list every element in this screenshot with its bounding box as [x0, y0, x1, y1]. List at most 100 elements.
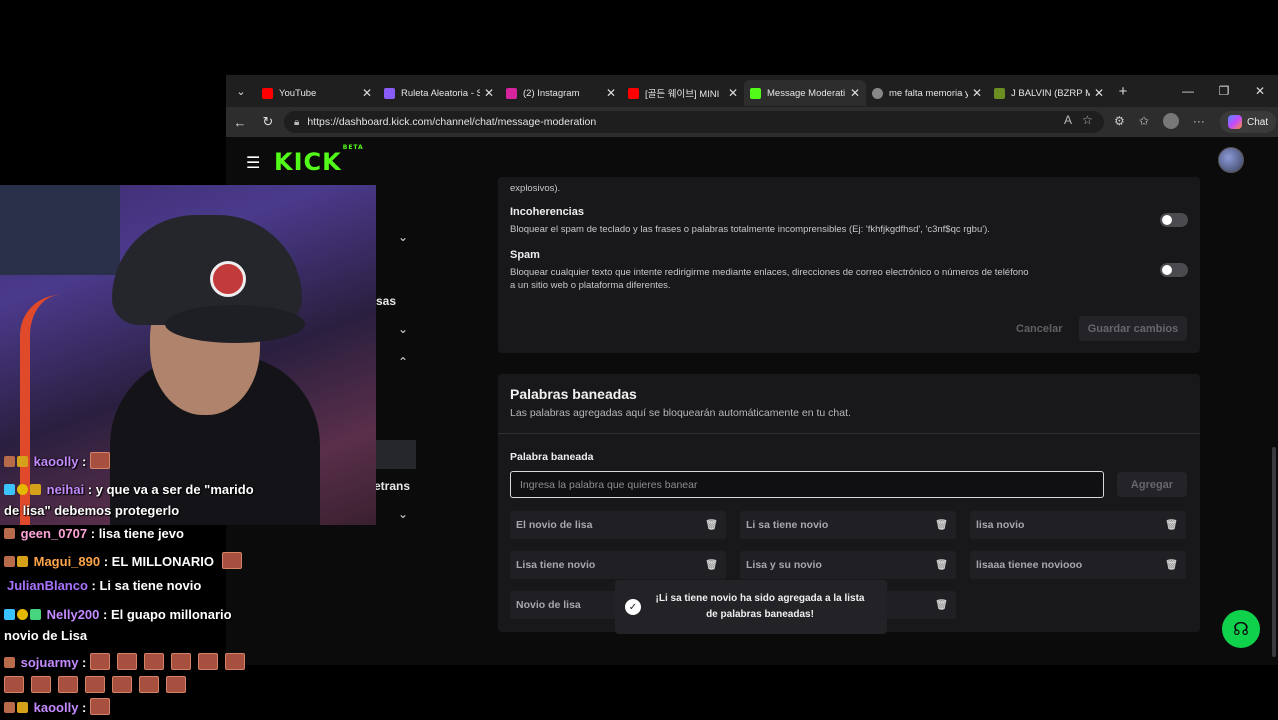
tab-jbalvin[interactable]: J BALVIN (BZRP Mu ✕	[988, 80, 1110, 106]
background-shelf	[0, 185, 120, 275]
new-tab-icon[interactable]: +	[1110, 83, 1136, 100]
ruleta-favicon-icon	[384, 87, 395, 99]
banned-words-title: Palabras baneadas	[510, 386, 637, 402]
add-word-button[interactable]: Agregar	[1117, 472, 1187, 497]
setting-desc-incoherencias: Bloquear el spam de teclado y las frases…	[510, 224, 990, 235]
crown-badge-icon	[17, 556, 28, 567]
tab-message-moderation[interactable]: Message Moderati ✕	[744, 80, 866, 106]
favorites-icon[interactable]: ✩	[1139, 114, 1149, 128]
tab-title: me falta memoria y	[889, 87, 968, 99]
trash-icon[interactable]: 🗑︎	[1165, 520, 1178, 531]
video-favicon-icon	[994, 87, 1005, 99]
banned-word-input[interactable]: Ingresa la palabra que quieres banear	[510, 471, 1104, 498]
banned-word-text: El novio de lisa	[516, 519, 593, 531]
tab-list-chevron-icon[interactable]: ⌄	[226, 75, 256, 107]
cap-brim	[165, 305, 305, 343]
tab-instagram[interactable]: (2) Instagram ✕	[500, 80, 622, 106]
trash-icon[interactable]: 🗑︎	[935, 600, 948, 611]
sidebar-item-active[interactable]	[376, 440, 416, 469]
banned-word-text: lisa novio	[976, 519, 1025, 531]
tab-youtube[interactable]: YouTube ✕	[256, 80, 378, 106]
chat-username: JulianBlanco	[7, 578, 88, 593]
kick-dashboard-page: ☰ KICKBETA ⌄ sas ⌄ ⌃ etrans ⌄ explosivos…	[226, 137, 1278, 665]
chat-message: kaoolly :	[4, 452, 117, 469]
chat-username: kaoolly	[33, 454, 79, 469]
user-avatar[interactable]	[1218, 147, 1244, 173]
save-changes-button[interactable]: Guardar cambios	[1079, 316, 1187, 341]
tab-title: J BALVIN (BZRP Mu	[1011, 87, 1090, 99]
chat-message: JulianBlanco : Li sa tiene novio	[4, 578, 201, 593]
more-options-icon[interactable]: ···	[1193, 114, 1205, 128]
banned-word-text: Novio de lisa	[516, 599, 581, 611]
hamburger-menu-icon[interactable]: ☰	[246, 153, 260, 173]
chat-message: neihai : y que va a ser de "marido de li…	[4, 479, 254, 521]
youtube-favicon-icon	[262, 87, 273, 99]
tab-bar: ⌄ YouTube ✕ Ruleta Aleatoria - S ✕ (2) I…	[226, 75, 1278, 107]
close-tab-icon[interactable]: ✕	[728, 86, 738, 100]
chat-username: sojuarmy	[20, 655, 79, 670]
setting-desc-spam: Bloquear cualquier texto que intente red…	[510, 267, 1029, 291]
crown-badge-icon	[17, 702, 28, 713]
tab-title: (2) Instagram	[523, 87, 580, 99]
chat-text: novio de Lisa	[4, 628, 88, 643]
close-tab-icon[interactable]: ✕	[850, 86, 860, 100]
trash-icon[interactable]: 🗑︎	[705, 560, 718, 571]
read-aloud-icon[interactable]: A	[1064, 113, 1072, 127]
lock-icon: 🔒︎	[294, 116, 300, 128]
incoherencias-toggle[interactable]	[1160, 213, 1188, 227]
profile-avatar[interactable]	[1162, 113, 1179, 129]
extensions-icon[interactable]: ⚙	[1114, 114, 1125, 128]
trash-icon[interactable]: 🗑︎	[1165, 560, 1178, 571]
sidebar-chevron-down-icon[interactable]: ⌄	[398, 230, 408, 244]
trash-icon[interactable]: 🗑︎	[705, 520, 718, 531]
cancel-button[interactable]: Cancelar	[1016, 323, 1062, 335]
emote-icon	[58, 676, 78, 693]
chat-message: Magui_890 : EL MILLONARIO	[4, 552, 249, 569]
emote-icon	[166, 676, 186, 693]
chat-text: EL MILLONARIO	[108, 554, 214, 569]
close-tab-icon[interactable]: ✕	[484, 86, 494, 100]
window-close-icon[interactable]: ✕	[1242, 75, 1278, 107]
chat-message: kaoolly :	[4, 698, 117, 715]
tab-title: Message Moderati	[767, 87, 846, 99]
back-arrow-icon[interactable]: ←	[226, 115, 254, 130]
copilot-chat-button[interactable]: Chat	[1220, 111, 1277, 133]
close-tab-icon[interactable]: ✕	[362, 86, 372, 100]
emote-icon	[4, 676, 24, 693]
support-chat-icon[interactable]: ☊	[1222, 610, 1260, 648]
instagram-favicon-icon	[506, 87, 517, 99]
sidebar-chevron-down-icon[interactable]: ⌄	[398, 507, 408, 521]
badge-icon	[4, 484, 15, 495]
badge-icon	[4, 528, 15, 539]
close-tab-icon[interactable]: ✕	[972, 86, 982, 100]
close-tab-icon[interactable]: ✕	[1094, 86, 1104, 100]
spam-toggle[interactable]	[1160, 263, 1188, 277]
sidebar-chevron-up-icon[interactable]: ⌃	[398, 355, 408, 369]
address-bar[interactable]: 🔒︎ https://dashboard.kick.com/channel/ch…	[284, 111, 1104, 133]
setting-title-spam: Spam	[510, 249, 540, 261]
sidebar-item-partial[interactable]: etrans	[374, 479, 410, 493]
banned-words-subtitle: Las palabras agregadas aquí se bloqueará…	[510, 407, 851, 419]
close-tab-icon[interactable]: ✕	[606, 86, 616, 100]
tab-search[interactable]: me falta memoria y ✕	[866, 80, 988, 106]
chat-text: de lisa" debemos protegerlo	[4, 503, 180, 518]
chat-message: Nelly200 : El guapo millonario novio de …	[4, 604, 232, 646]
crown-badge-icon	[30, 484, 41, 495]
trash-icon[interactable]: 🗑︎	[935, 520, 948, 531]
reload-icon[interactable]: ↻	[254, 114, 282, 130]
favorite-star-icon[interactable]: ☆	[1082, 113, 1093, 127]
tab-ruleta[interactable]: Ruleta Aleatoria - S ✕	[378, 80, 500, 106]
restore-icon[interactable]: ❐	[1206, 75, 1242, 107]
tab-golden-wave[interactable]: [골든 웨이브] MINI ✕	[622, 80, 744, 106]
emote-icon	[90, 452, 110, 469]
scrollbar[interactable]	[1272, 447, 1276, 657]
sidebar-item-partial[interactable]: sas	[376, 294, 396, 308]
setting-title-incoherencias: Incoherencias	[510, 206, 584, 218]
tab-title: [골든 웨이브] MINI	[645, 89, 720, 100]
minimize-icon[interactable]: —	[1170, 75, 1206, 107]
trash-icon[interactable]: 🗑︎	[935, 560, 948, 571]
chat-separator: :	[78, 700, 87, 715]
emote-icon	[117, 653, 138, 670]
sidebar-chevron-down-icon[interactable]: ⌄	[398, 322, 408, 336]
kick-logo[interactable]: KICKBETA	[274, 144, 364, 176]
